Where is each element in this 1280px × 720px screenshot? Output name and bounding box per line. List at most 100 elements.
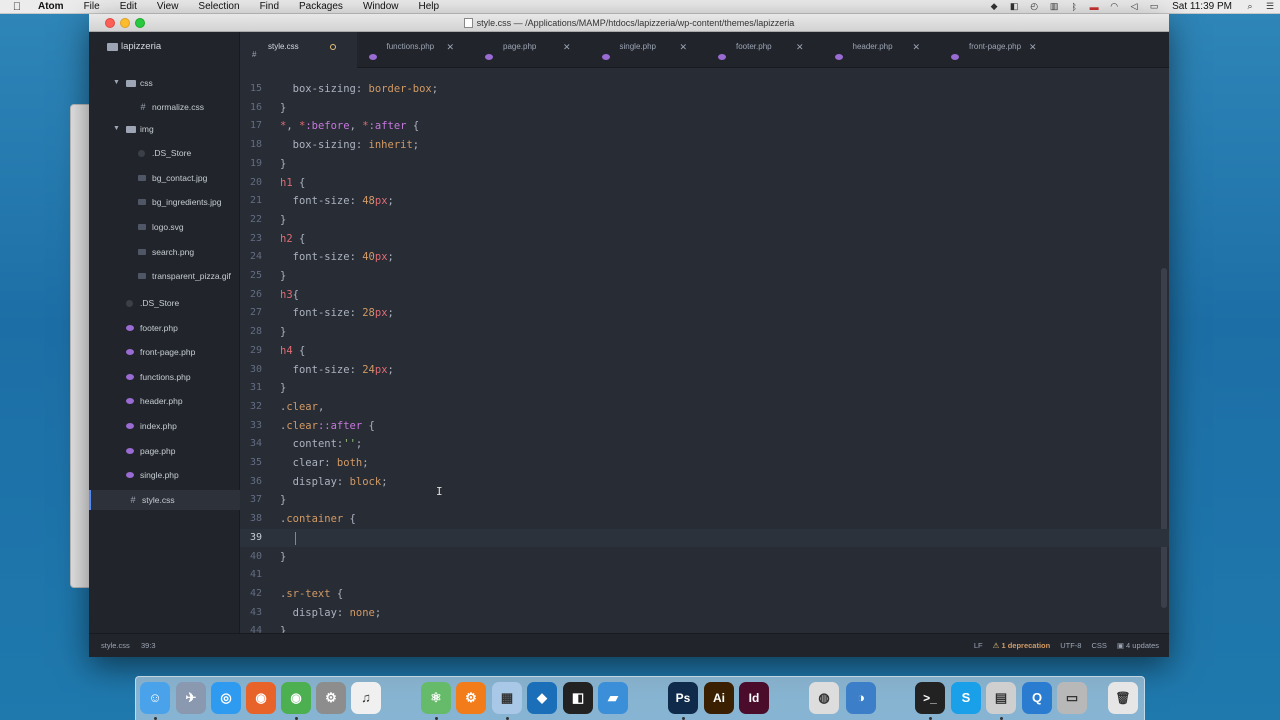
safari-icon[interactable]: ◎ — [211, 682, 241, 714]
code-line[interactable]: 34 content:''; — [240, 435, 1169, 453]
menu-window[interactable]: Window — [353, 0, 409, 14]
code-line[interactable]: 30 font-size: 24px; — [240, 361, 1169, 379]
close-tab-icon[interactable]: ✕ — [447, 32, 455, 62]
database-icon[interactable]: ◑ — [846, 682, 876, 714]
code-line[interactable]: 23 h2 { — [240, 230, 1169, 248]
notification-center-icon[interactable]: ☰ — [1260, 1, 1280, 12]
vscode-icon[interactable]: ◆ — [527, 682, 557, 714]
tree-item-bg-ingredients-jpg[interactable]: bg_ingredients.jpg — [89, 192, 240, 212]
code-line[interactable]: 22} — [240, 211, 1169, 229]
code-line[interactable]: 35 clear: both; — [240, 454, 1169, 472]
menu-file[interactable]: File — [74, 0, 110, 14]
menu-edit[interactable]: Edit — [110, 0, 147, 14]
code-line[interactable]: 19} — [240, 155, 1169, 173]
code-line[interactable]: 37} — [240, 491, 1169, 509]
battery-icon[interactable]: ▭ — [1144, 1, 1164, 12]
finder-icon[interactable]: ☺ — [140, 682, 170, 714]
code-line[interactable]: 42 .sr-text { — [240, 585, 1169, 603]
minimize-window-button[interactable] — [120, 18, 130, 28]
tree-item-header-php[interactable]: header.php — [89, 391, 240, 411]
code-line[interactable]: 31} — [240, 379, 1169, 397]
apple-menu-icon[interactable]:  — [6, 1, 28, 13]
code-line[interactable]: 28} — [240, 323, 1169, 341]
tree-item-footer-php[interactable]: footer.php — [89, 318, 240, 338]
dropbox-icon[interactable]: ◆ — [984, 1, 1004, 12]
code-line[interactable]: 39 — [240, 528, 1169, 547]
code-line[interactable]: 25} — [240, 267, 1169, 285]
chevron-down-icon[interactable]: ▼ — [113, 119, 121, 139]
close-tab-icon[interactable]: ✕ — [913, 32, 921, 62]
tree-item-ds-store[interactable]: .DS_Store — [89, 293, 240, 313]
launchpad-icon[interactable]: ✈ — [176, 682, 206, 714]
code-line[interactable]: 21 font-size: 48px; — [240, 192, 1169, 210]
close-tab-icon[interactable]: ✕ — [1029, 32, 1037, 62]
status-encoding[interactable]: UTF-8 — [1060, 634, 1081, 657]
status-cursor-position[interactable]: 39:3 — [141, 634, 156, 657]
close-window-button[interactable] — [105, 18, 115, 28]
skype-icon[interactable]: S — [951, 682, 981, 714]
code-line[interactable]: 26 h3{ — [240, 286, 1169, 304]
tree-item-front-page-php[interactable]: front-page.php — [89, 342, 240, 362]
tab-single-php[interactable]: single.php ✕ — [590, 32, 707, 68]
tree-item-css[interactable]: ▼ css — [89, 73, 240, 93]
tree-item-single-php[interactable]: single.php — [89, 465, 240, 485]
tree-item-bg-contact-jpg[interactable]: bg_contact.jpg — [89, 168, 240, 188]
code-line[interactable]: 29 h4 { — [240, 342, 1169, 360]
flag-icon[interactable]: ▬ — [1084, 2, 1104, 12]
menu-atom[interactable]: Atom — [28, 0, 74, 14]
code-line[interactable]: 18 box-sizing: inherit; — [240, 136, 1169, 154]
code-line[interactable]: 27 font-size: 28px; — [240, 304, 1169, 322]
wifi-icon[interactable]: ◠ — [1104, 1, 1124, 12]
chevron-down-icon[interactable]: ▼ — [113, 73, 121, 93]
code-line[interactable]: 41 — [240, 566, 1169, 584]
close-tab-icon[interactable]: ✕ — [680, 32, 688, 62]
illustrator-icon[interactable]: Ai — [704, 682, 734, 714]
tree-item-transparent-pizza-gif[interactable]: transparent_pizza.gif — [89, 266, 240, 286]
code-line[interactable]: 43 display: none; — [240, 604, 1169, 622]
tree-item-style-css[interactable]: # style.css — [89, 490, 240, 510]
tree-root[interactable]: lapizzeria — [89, 32, 240, 58]
code-line[interactable]: 32 .clear, — [240, 398, 1169, 416]
trash-icon[interactable]: 🗑 — [1108, 682, 1138, 714]
photos-icon[interactable]: ▤ — [986, 682, 1016, 714]
bluetooth-icon[interactable]: ᛒ — [1064, 2, 1084, 12]
tree-item-page-php[interactable]: page.php — [89, 441, 240, 461]
itunes-icon[interactable]: ♫ — [351, 682, 381, 714]
status-file-name[interactable]: style.css — [101, 634, 130, 657]
sequel-icon[interactable]: ◍ — [809, 682, 839, 714]
tree-item-normalize-css[interactable]: # normalize.css — [89, 97, 240, 117]
file-icon[interactable]: ▰ — [598, 682, 628, 714]
tab-footer-php[interactable]: footer.php ✕ — [706, 32, 823, 68]
code-line[interactable]: 24 font-size: 40px; — [240, 248, 1169, 266]
tab-functions-php[interactable]: functions.php ✕ — [357, 32, 474, 68]
tree-item-logo-svg[interactable]: logo.svg — [89, 217, 240, 237]
volume-icon[interactable]: ◁ — [1124, 1, 1144, 12]
tab-header-php[interactable]: header.php ✕ — [823, 32, 940, 68]
close-tab-icon[interactable]: ✕ — [796, 32, 804, 62]
code-line[interactable]: 17 *, *:before, *:after { — [240, 117, 1169, 135]
menu-packages[interactable]: Packages — [289, 0, 353, 14]
tab-style-css[interactable]: # style.css — [240, 32, 357, 68]
tree-item-index-php[interactable]: index.php — [89, 416, 240, 436]
tree-item-ds-store[interactable]: .DS_Store — [89, 143, 240, 163]
menu-find[interactable]: Find — [250, 0, 289, 14]
indesign-icon[interactable]: Id — [739, 682, 769, 714]
box-icon[interactable]: ▦ — [492, 682, 522, 714]
system-preferences-icon[interactable]: ⚙ — [316, 682, 346, 714]
code-line[interactable]: 16} — [240, 99, 1169, 117]
tree-item-functions-php[interactable]: functions.php — [89, 367, 240, 387]
chrome-icon[interactable]: ◉ — [281, 682, 311, 714]
code-line[interactable]: 20 h1 { — [240, 174, 1169, 192]
menu-help[interactable]: Help — [409, 0, 450, 14]
tab-front-page-php[interactable]: front-page.php ✕ — [939, 32, 1056, 68]
preview-icon[interactable]: ▭ — [1057, 682, 1087, 714]
zoom-window-button[interactable] — [135, 18, 145, 28]
time-machine-icon[interactable]: ◴ — [1024, 1, 1044, 12]
screen-capture-icon[interactable]: ◧ — [1004, 1, 1024, 12]
code-line[interactable]: 36 display: block; — [240, 473, 1169, 491]
atom-icon[interactable]: ⚛ — [421, 682, 451, 714]
code-line[interactable]: 38 .container { — [240, 510, 1169, 528]
status-deprecation[interactable]: ⚠ 1 deprecation — [993, 634, 1051, 657]
spotlight-search-icon[interactable]: ⌕ — [1240, 1, 1260, 12]
code-line[interactable]: 15 box-sizing: border-box; — [240, 80, 1169, 98]
